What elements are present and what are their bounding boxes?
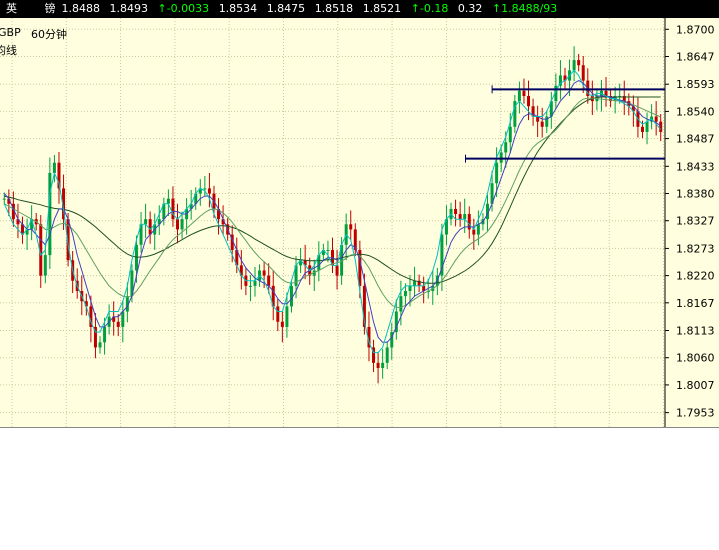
candle-body [52,162,56,173]
y-tick-label: 1.8540 [676,105,715,118]
candle-body [577,60,581,66]
quote-bar: 英 镑 1.8488 1.8493 ↑-0.0033 1.8534 1.8475… [0,0,719,18]
candle-body [267,275,271,286]
y-tick-label: 1.7953 [676,407,715,420]
candle-body [166,198,170,204]
y-tick-label: 1.8433 [676,160,715,173]
candle-body [349,224,353,230]
candle-body [385,347,389,363]
candle-body [2,198,6,200]
candle-body [121,311,125,327]
candle-body [280,321,284,327]
candle-body [495,162,499,184]
candle-body [176,219,180,230]
y-tick-label: 1.8593 [676,78,715,91]
candle-body [472,229,476,235]
y-tick-label: 1.8273 [676,242,715,255]
candle-body [203,188,207,190]
candle-body [640,126,644,132]
quote-value: 1.8534 [218,2,258,15]
candle-body [326,249,330,251]
y-tick-label: 1.8167 [676,297,715,310]
candle-body [581,65,585,81]
candle-body [276,306,280,322]
y-tick-label: 1.8380 [676,188,715,201]
candle-body [376,362,380,368]
quote-value: 1.8488 [61,2,101,15]
candle-body [403,291,407,297]
candle-body [504,142,508,153]
candle-body [499,152,503,163]
candle-body [659,121,663,132]
candle-body [399,296,403,312]
candle-body [253,280,257,286]
subtitle-label: 均线 [0,44,17,57]
candle-body [262,270,266,276]
instrument-name: 英 镑 [6,2,68,15]
candle-body [454,208,458,215]
candle-body [134,244,138,271]
candle-body [463,214,467,220]
quote-change: ↑-0.0033 [157,2,210,15]
chart-background [0,18,719,427]
quote-value: 1.8475 [266,2,306,15]
y-tick-label: 1.8113 [676,325,715,338]
candle-body [103,326,107,343]
quote-value: 1.8521 [362,2,402,15]
quote-value: 1.8518 [314,2,354,15]
candle-body [572,60,576,71]
candle-body [285,306,289,327]
candle-body [43,255,47,276]
quote-change-pct: ↑-0.18 [410,2,449,15]
period-label: 60分钟 [31,28,67,41]
chart-svg[interactable]: 1.8700 1.8647 1.8593 1.8540 1.8487 1.8433 1.83… [0,18,719,427]
candle-body [381,362,385,368]
symbol-label: GBP [0,26,21,39]
candle-body [207,188,211,194]
candle-body [413,280,417,286]
candle-body [645,121,649,132]
quote-volume: 0.32 [457,2,483,15]
candle-body [144,219,148,225]
y-tick-label: 1.8647 [676,50,715,63]
candle-body [476,224,480,235]
quote-value: 1.8493 [109,2,149,15]
y-tick-label: 1.8220 [676,270,715,283]
candle-body [48,172,52,256]
y-tick-label: 1.8060 [676,352,715,365]
candle-body [654,116,658,122]
candle-body [408,285,412,292]
y-tick-label: 1.8327 [676,215,715,228]
candle-body [522,90,526,97]
candle-body [527,96,531,107]
candle-body [517,90,521,102]
candle-body [248,285,252,287]
quote-last: ↑1.8488/93 [491,2,558,15]
candle-body [180,219,184,230]
candle-body [171,198,175,220]
candle-body [540,121,544,127]
candle-body [116,321,120,327]
y-tick-label: 1.8700 [676,23,715,36]
candle-body [508,126,512,143]
y-tick-label: 1.8487 [676,133,715,146]
price-chart[interactable]: 1.8700 1.8647 1.8593 1.8540 1.8487 1.8433 1.83… [0,18,719,428]
candle-body [148,219,152,235]
candle-body [458,214,462,220]
candle-body [335,265,339,276]
y-tick-label: 1.8007 [676,379,715,392]
candle-body [98,342,102,348]
